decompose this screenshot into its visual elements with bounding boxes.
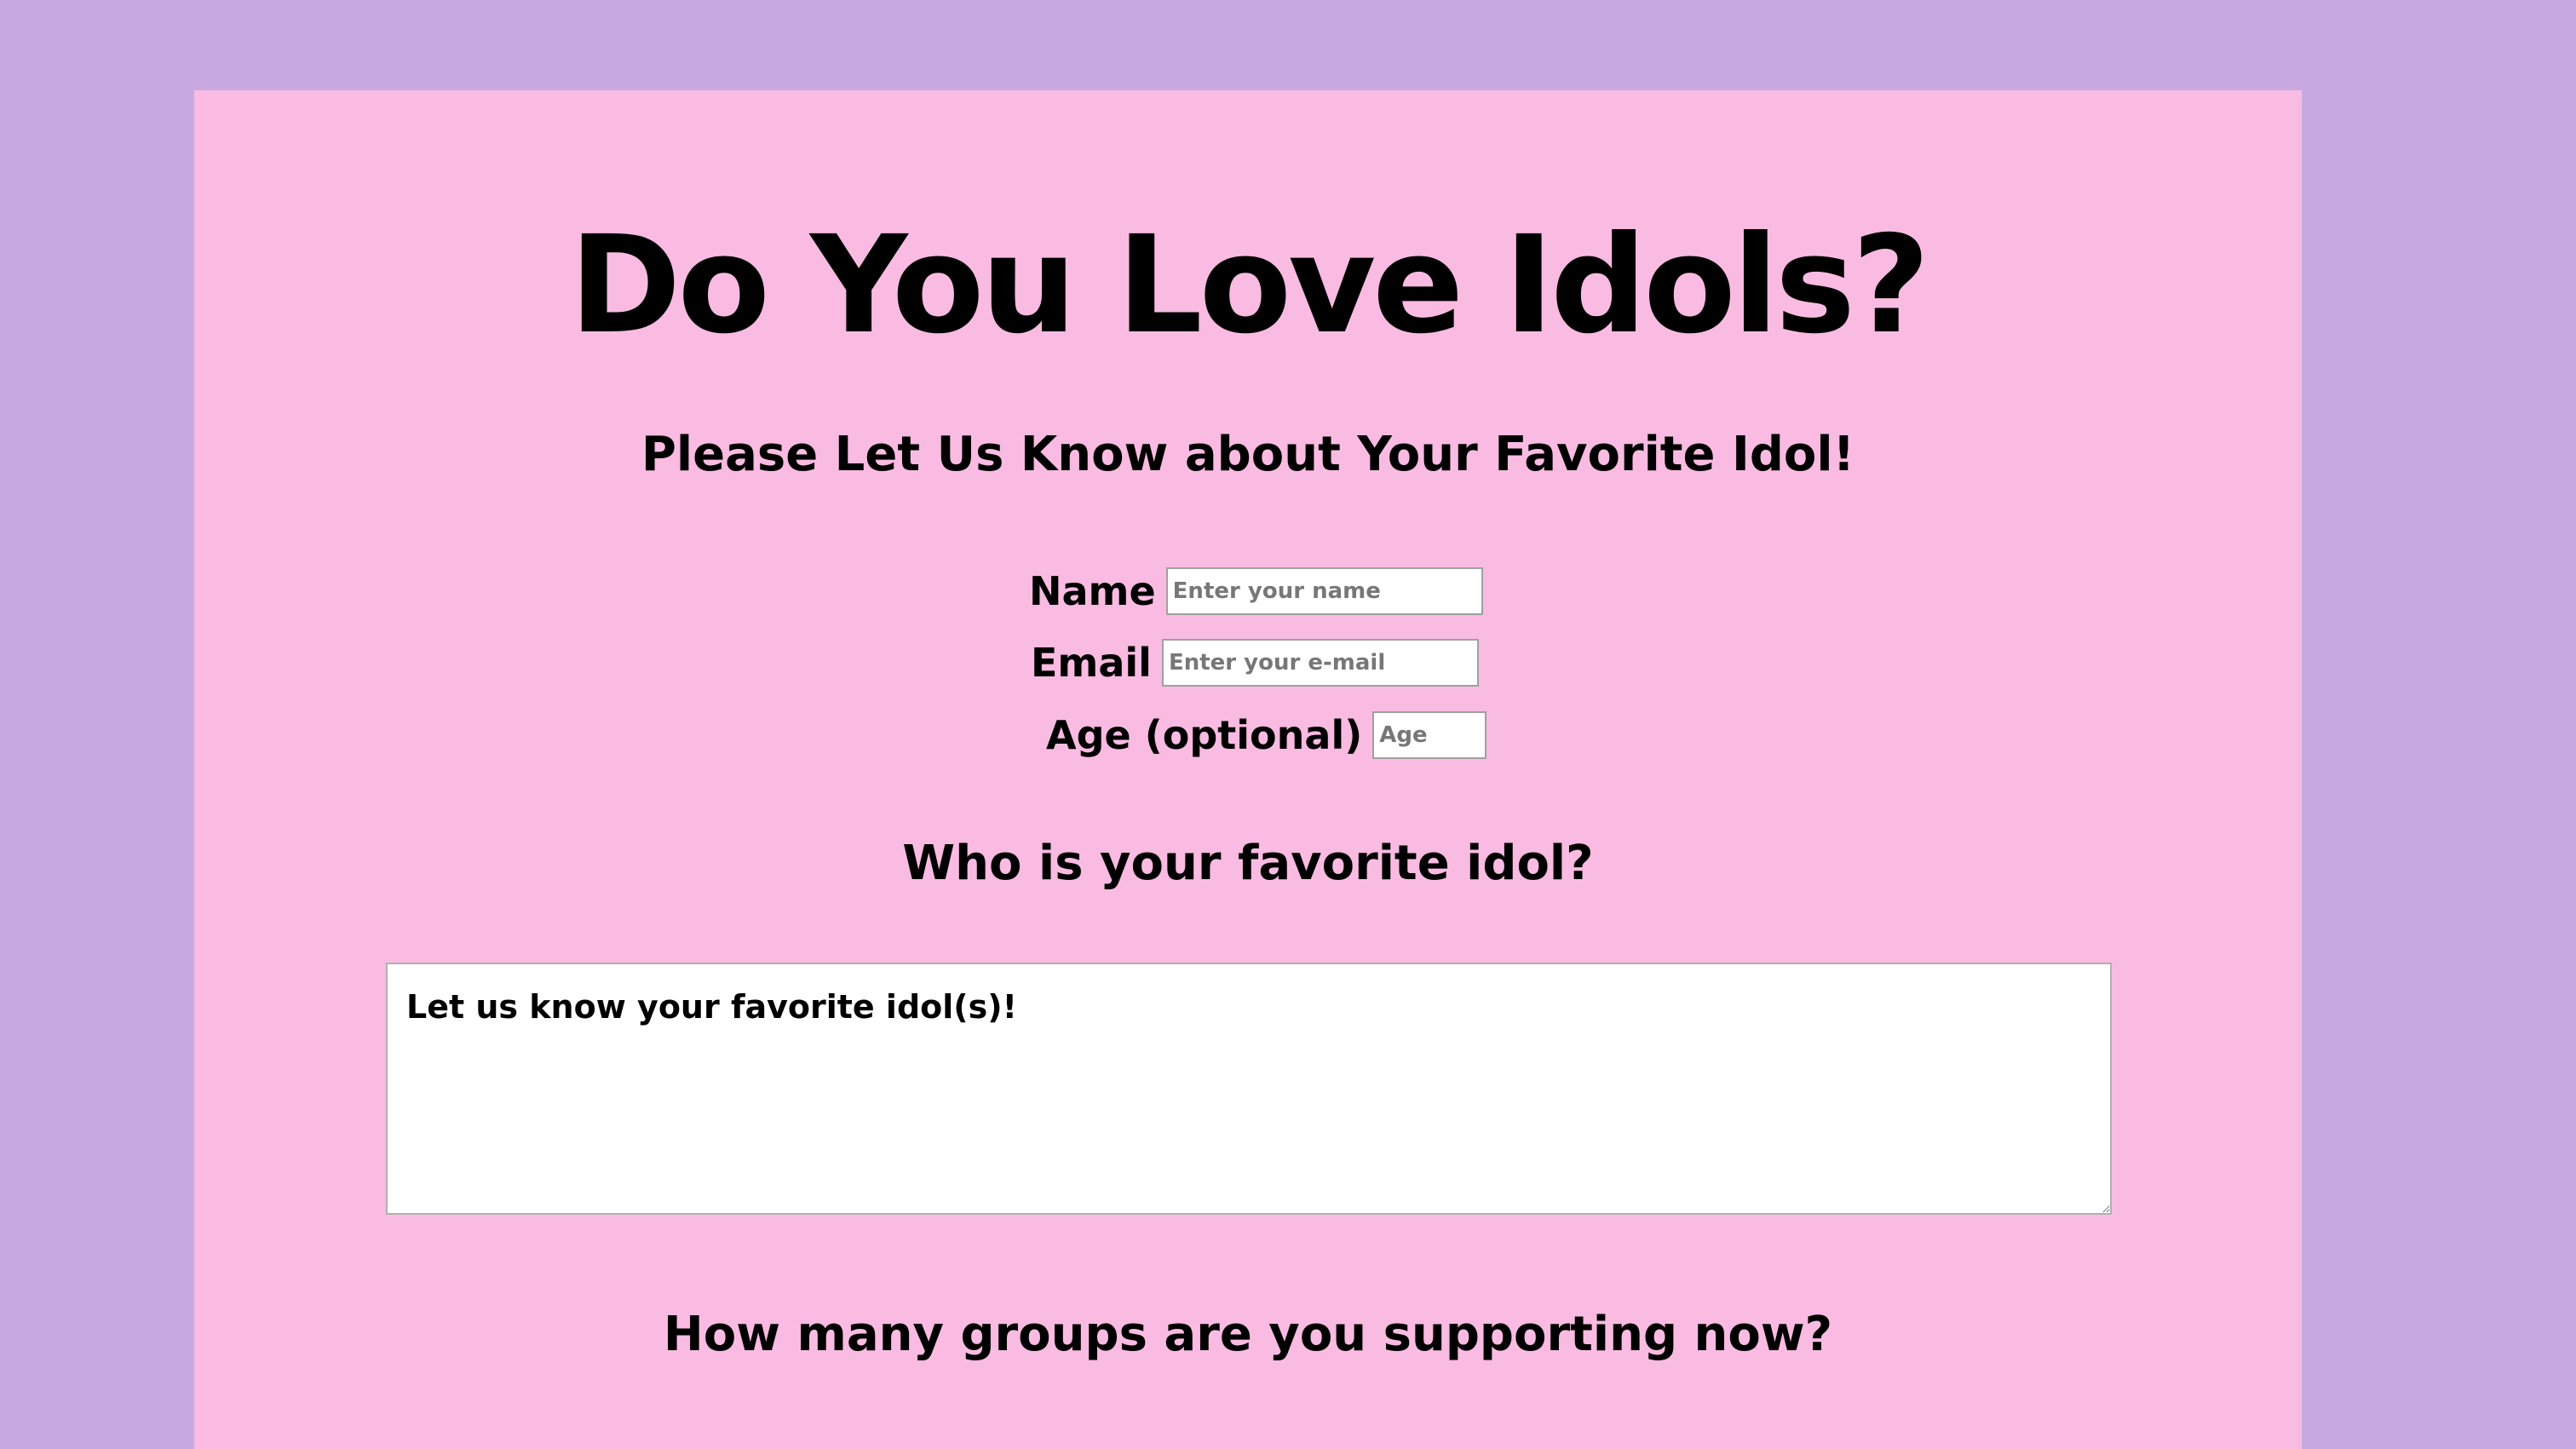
survey-card: Do You Love Idols? Please Let Us Know ab… xyxy=(194,90,2302,1449)
name-row: Name xyxy=(1029,567,1483,615)
groups-heading: How many groups are you supporting now? xyxy=(663,1307,1833,1362)
age-label: Age (optional) xyxy=(1046,712,1363,758)
age-row: Age (optional) xyxy=(1046,711,1487,759)
section-heading: Please Let Us Know about Your Favorite I… xyxy=(641,427,1855,482)
email-row: Email xyxy=(1031,639,1479,687)
page-title: Do You Love Idols? xyxy=(569,207,1929,364)
favorite-idol-heading: Who is your favorite idol? xyxy=(902,836,1594,891)
email-label: Email xyxy=(1031,640,1152,686)
age-input[interactable] xyxy=(1372,711,1487,759)
name-input[interactable] xyxy=(1165,567,1483,615)
favorite-idol-textarea[interactable] xyxy=(386,963,2112,1215)
name-label: Name xyxy=(1029,568,1156,614)
email-input[interactable] xyxy=(1161,639,1479,687)
